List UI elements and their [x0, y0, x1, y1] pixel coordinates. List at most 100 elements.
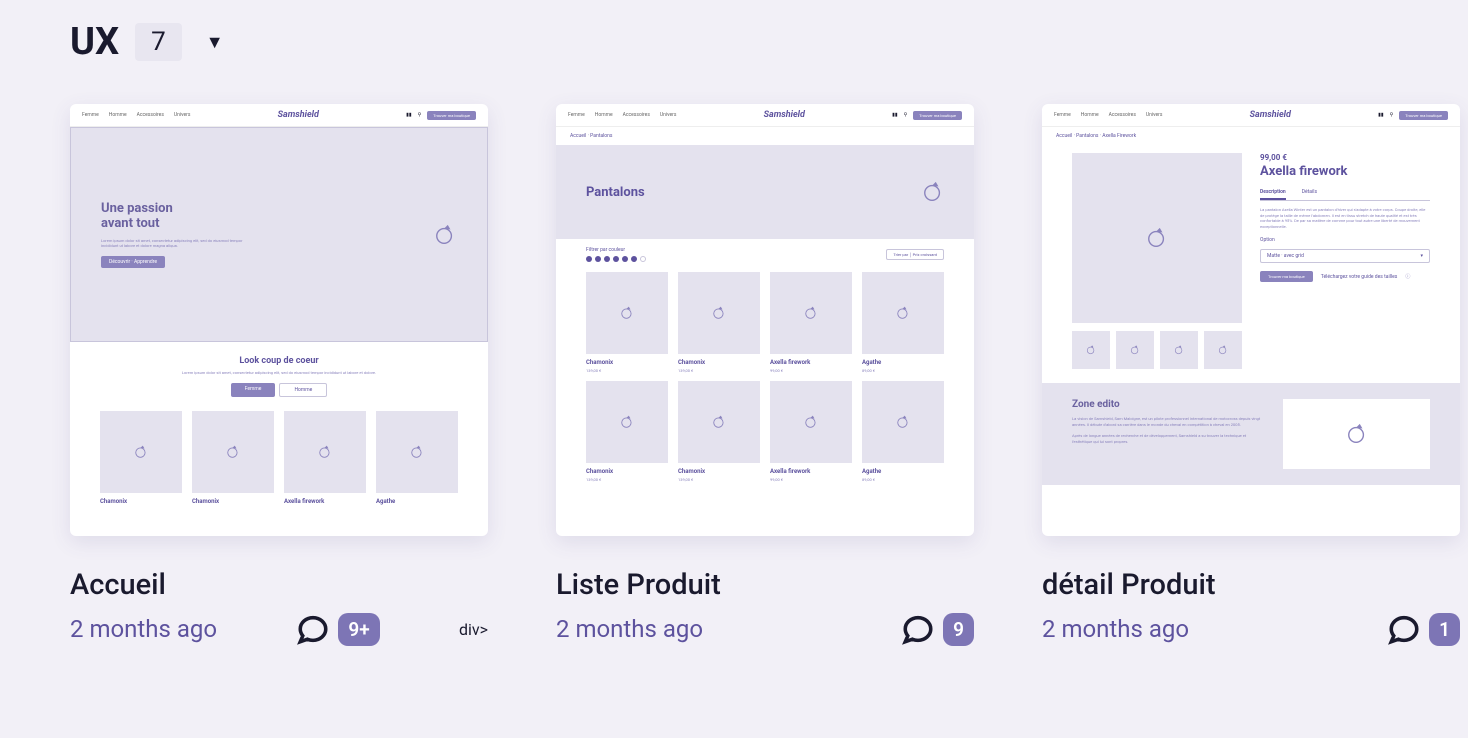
product-card: Chamonix [192, 411, 274, 505]
product-price: 139,00 € [586, 477, 668, 482]
product-name: Axella firework [284, 498, 366, 505]
wireframe-card-detail: Femme Homme Accessoires Univers Samshiel… [1042, 104, 1460, 646]
product-card: Chamonix [100, 411, 182, 505]
product-name: Agathe [862, 359, 944, 366]
product-price: 99,00 € [1260, 153, 1430, 162]
product-price: 99,00 € [770, 477, 852, 482]
card-title: détail Produit [1042, 568, 1460, 602]
wireframe-card-accueil: Femme Homme Accessoires Univers Samshiel… [70, 104, 488, 646]
product-card: Agathe [376, 411, 458, 505]
wireframe-thumb[interactable]: Femme Homme Accessoires Univers Samshiel… [1042, 104, 1460, 536]
product-card: Agathe 89,00 € [862, 381, 944, 482]
tab-details: Détails [1302, 189, 1317, 200]
chevron-down-icon[interactable]: ▼ [206, 32, 224, 53]
product-price: 99,00 € [770, 368, 852, 373]
product-card: Agathe 89,00 € [862, 272, 944, 373]
product-name: Axella firework [770, 468, 852, 475]
product-name: Chamonix [586, 468, 668, 475]
hero-title-l1: Une passion [101, 201, 173, 216]
comment-icon [1387, 612, 1421, 646]
nav-link: Homme [109, 112, 127, 118]
product-thumb [1204, 331, 1242, 369]
toggle-homme: Homme [279, 383, 327, 397]
card-timestamp: 2 months ago [1042, 615, 1189, 643]
product-name: Axella firework [770, 359, 852, 366]
product-card: Axella firework 99,00 € [770, 272, 852, 373]
product-card: Chamonix 139,00 € [586, 381, 668, 482]
edito-image-placeholder [1283, 399, 1430, 469]
product-price: 89,00 € [862, 368, 944, 373]
product-main-image [1072, 153, 1242, 323]
size-guide-link: Téléchargez votre guide des tailles [1321, 274, 1398, 280]
product-price: 139,00 € [678, 477, 760, 482]
comment-count: 9 [943, 613, 974, 646]
section-header: UX 7 ▼ [70, 20, 1398, 64]
cta-button: Trouver ma boutique [1260, 271, 1313, 282]
comment-icon [901, 612, 935, 646]
header-button: Trouver ma boutique [913, 111, 962, 120]
edito-p1: La vision de Samshield, Sam Maloigne, es… [1072, 416, 1263, 427]
header-button: Trouver ma boutique [1399, 111, 1448, 120]
nav-link: Femme [568, 112, 585, 118]
lang-flag: ▮▮ [406, 112, 412, 118]
comment-icon [296, 612, 330, 646]
product-card: Axella firework [284, 411, 366, 505]
category-title: Pantalons [586, 185, 645, 200]
product-name: Chamonix [586, 359, 668, 366]
nav-link: Univers [1146, 112, 1163, 118]
product-description: La pantalon Axella Winter est un pantalo… [1260, 207, 1430, 229]
nav-link: Univers [660, 112, 677, 118]
comment-group[interactable]: 9+ [296, 612, 379, 646]
section-subtitle: Look coup de coeur [70, 356, 488, 366]
product-card: Chamonix 139,00 € [678, 381, 760, 482]
breadcrumb: Accueil · Pantalons [556, 127, 974, 145]
user-icon: ⚲ [904, 112, 908, 118]
wireframe-thumb[interactable]: Femme Homme Accessoires Univers Samshiel… [556, 104, 974, 536]
comment-group[interactable]: 9 [901, 612, 974, 646]
toggle-femme: Femme [231, 383, 276, 397]
option-label: Option [1260, 237, 1430, 243]
comment-count: 9+ [338, 613, 379, 646]
product-name: Chamonix [192, 498, 274, 505]
logo: Samshield [278, 110, 319, 120]
option-select: Matte · avec grid▾ [1260, 249, 1430, 263]
filter-label: Filtrer par couleur [586, 247, 646, 253]
edito-title: Zone edito [1072, 399, 1263, 410]
nav-link: Femme [1054, 112, 1071, 118]
product-price: 139,00 € [586, 368, 668, 373]
color-filter-dots [586, 256, 646, 262]
image-placeholder-icon [922, 181, 944, 203]
nav-link: Univers [174, 112, 191, 118]
wireframe-thumb[interactable]: Femme Homme Accessoires Univers Samshiel… [70, 104, 488, 536]
lang-flag: ▮▮ [1378, 112, 1384, 118]
product-thumb [1072, 331, 1110, 369]
user-icon: ⚲ [418, 112, 422, 118]
nav-link: Homme [1081, 112, 1099, 118]
card-timestamp: 2 months ago [556, 615, 703, 643]
hero-title-l2: avant tout [101, 216, 159, 231]
image-placeholder-icon [433, 223, 457, 247]
nav-link: Accessoires [1109, 112, 1136, 118]
product-thumb [1160, 331, 1198, 369]
nav-link: Accessoires [137, 112, 164, 118]
nav-link: Homme [595, 112, 613, 118]
product-name: Chamonix [100, 498, 182, 505]
section-desc: Lorem ipsum dolor sit amet, consectetur … [70, 370, 488, 375]
product-thumb [1116, 331, 1154, 369]
tab-description: Description [1260, 189, 1286, 200]
card-timestamp: 2 months ago [70, 615, 217, 643]
product-name: Agathe [376, 498, 458, 505]
comment-count: 1 [1429, 613, 1460, 646]
product-name: Chamonix [678, 468, 760, 475]
wireframes-grid: Femme Homme Accessoires Univers Samshiel… [70, 104, 1398, 646]
breadcrumb: Accueil · Pantalons · Axella Firework [1042, 127, 1460, 145]
sort-select: Trier par │ Prix croissant [886, 249, 944, 260]
lang-flag: ▮▮ [892, 112, 898, 118]
comment-group[interactable]: 1 [1387, 612, 1460, 646]
section-count-badge: 7 [135, 23, 182, 61]
product-name: Chamonix [678, 359, 760, 366]
product-card: Chamonix 139,00 € [586, 272, 668, 373]
user-icon: ⚲ [1390, 112, 1394, 118]
hero-cta: Découvrir · Apprendre [101, 256, 165, 268]
logo: Samshield [1250, 110, 1291, 120]
